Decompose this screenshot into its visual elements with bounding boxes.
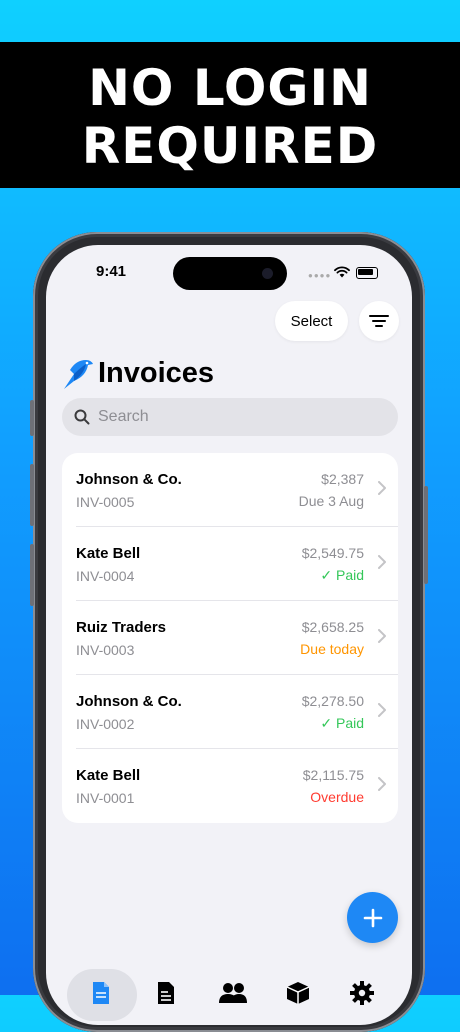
invoice-status: Due today — [300, 641, 364, 657]
search-icon — [74, 409, 90, 425]
invoice-list: Johnson & Co. INV-0005 $2,387 Due 3 Aug … — [62, 453, 398, 823]
people-icon — [219, 983, 247, 1003]
invoice-row[interactable]: Kate Bell INV-0004 $2,549.75 ✓ Paid — [62, 527, 398, 601]
page-header: Invoices — [62, 353, 214, 393]
tab-bar — [64, 967, 396, 1025]
chevron-right-icon — [378, 703, 386, 717]
add-invoice-button[interactable] — [347, 892, 398, 943]
tab-items[interactable] — [286, 981, 310, 1010]
chevron-right-icon — [378, 777, 386, 791]
invoice-row[interactable]: Kate Bell INV-0001 $2,115.75 Overdue — [62, 749, 398, 823]
invoice-amount: $2,115.75 — [302, 767, 364, 783]
tab-documents[interactable] — [156, 981, 176, 1010]
page-title: Invoices — [98, 356, 215, 389]
tab-clients[interactable] — [218, 981, 248, 1010]
invoice-number: INV-0005 — [76, 494, 135, 510]
invoice-row[interactable]: Johnson & Co. INV-0002 $2,278.50 ✓ Paid — [62, 675, 398, 749]
search-placeholder: Search — [98, 408, 149, 425]
invoice-number: INV-0003 — [76, 642, 135, 658]
invoice-row[interactable]: Johnson & Co. INV-0005 $2,387 Due 3 Aug — [62, 453, 398, 527]
gear-icon — [350, 981, 374, 1005]
chevron-right-icon — [378, 481, 386, 495]
document-icon — [93, 982, 109, 1004]
invoice-row[interactable]: Ruiz Traders INV-0003 $2,658.25 Due toda… — [62, 601, 398, 675]
phone-frame: 9:41 ●●●● Select Invoices Search Johnson… — [30, 232, 428, 1032]
wifi-icon — [334, 266, 350, 278]
banner-line-1: NO LOGIN — [88, 59, 372, 117]
invoice-status: Overdue — [310, 789, 364, 805]
dynamic-island — [173, 257, 287, 290]
invoice-amount: $2,278.50 — [301, 693, 364, 709]
box-icon — [286, 982, 310, 1004]
invoice-number: INV-0001 — [76, 790, 135, 806]
volume-up-button — [30, 464, 34, 526]
battery-icon — [356, 267, 378, 279]
invoice-amount: $2,387 — [321, 471, 364, 487]
tab-settings[interactable] — [350, 981, 374, 1010]
invoice-list-icon — [158, 982, 174, 1004]
app-screen: 9:41 ●●●● Select Invoices Search Johnson… — [46, 245, 412, 1025]
filter-button[interactable] — [359, 301, 399, 341]
client-name: Ruiz Traders — [76, 619, 167, 636]
invoice-number: INV-0004 — [76, 568, 135, 584]
chevron-right-icon — [378, 555, 386, 569]
banner-line-2: REQUIRED — [81, 117, 379, 175]
mute-switch — [30, 400, 34, 436]
client-name: Kate Bell — [76, 545, 141, 562]
search-field[interactable]: Search — [62, 398, 398, 436]
invoice-status: ✓ Paid — [320, 567, 364, 583]
client-name: Kate Bell — [76, 767, 141, 784]
plus-icon — [363, 908, 382, 927]
client-name: Johnson & Co. — [76, 471, 182, 488]
invoice-status: Due 3 Aug — [298, 493, 364, 509]
filter-icon — [369, 315, 389, 327]
volume-down-button — [30, 544, 34, 606]
invoice-amount: $2,549.75 — [301, 545, 364, 561]
promo-banner: NO LOGIN REQUIRED — [0, 42, 460, 188]
select-button[interactable]: Select — [275, 301, 348, 341]
power-button — [424, 486, 428, 584]
chevron-right-icon — [378, 629, 386, 643]
signal-icon: ●●●● — [308, 271, 332, 280]
status-time: 9:41 — [96, 263, 127, 280]
client-name: Johnson & Co. — [76, 693, 182, 710]
invoice-status: ✓ Paid — [320, 715, 364, 731]
invoice-amount: $2,658.25 — [301, 619, 364, 635]
bird-logo-icon — [64, 360, 93, 389]
tab-invoices[interactable] — [91, 981, 111, 1010]
invoice-number: INV-0002 — [76, 716, 135, 732]
